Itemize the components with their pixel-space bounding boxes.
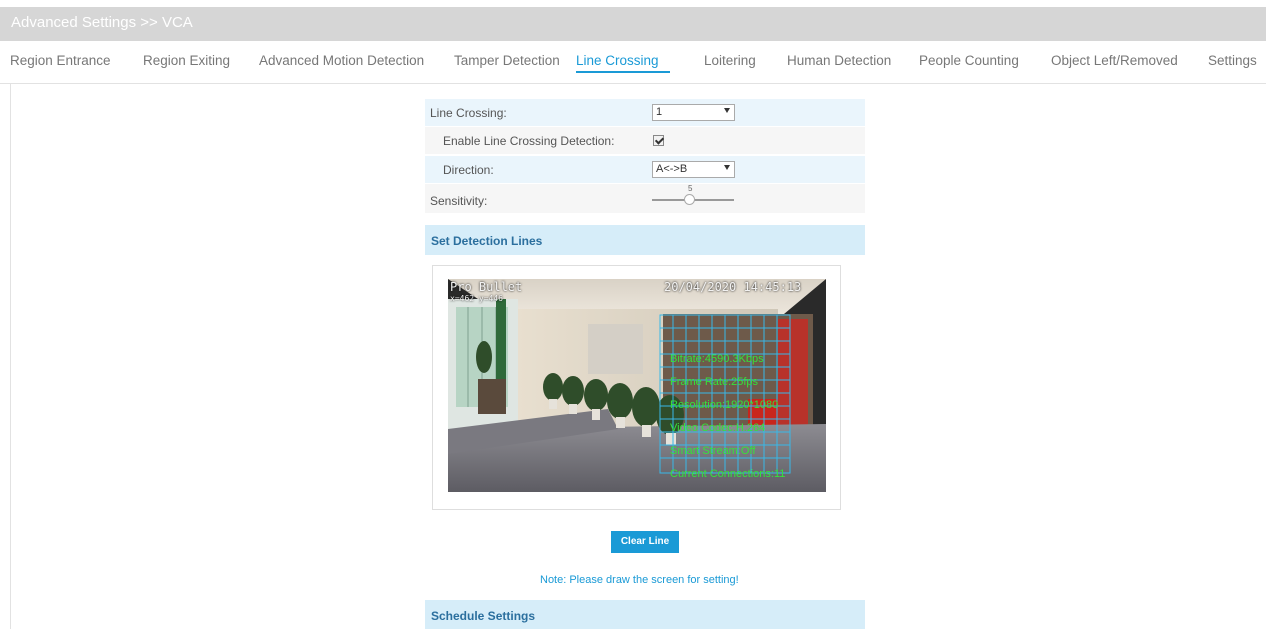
sensitivity-label: Sensitivity: — [430, 194, 488, 208]
page-title: Advanced Settings >> VCA — [11, 14, 193, 31]
cursor-position-osd: x=462 y=446 — [450, 294, 503, 303]
chevron-down-icon — [724, 165, 730, 170]
direction-select-value: A<->B — [656, 163, 688, 175]
draw-note: Note: Please draw the screen for setting… — [540, 574, 739, 586]
sensitivity-row: Sensitivity: 5 — [425, 184, 865, 213]
enable-detection-row: Enable Line Crossing Detection: — [425, 127, 865, 154]
smart-stream-overlay: Smart Stream:Off — [670, 445, 756, 457]
chevron-down-icon — [724, 108, 730, 113]
tab-line-crossing[interactable]: Line Crossing — [576, 53, 659, 68]
direction-select[interactable]: A<->B — [652, 161, 735, 178]
camera-name-osd: Pro Bullet — [450, 280, 523, 294]
tab-loitering[interactable]: Loitering — [704, 53, 756, 68]
page-header: Advanced Settings >> VCA — [0, 7, 1266, 41]
enable-detection-label: Enable Line Crossing Detection: — [443, 134, 615, 148]
tab-settings[interactable]: Settings — [1208, 53, 1257, 68]
connections-overlay: Current Connections:11 — [670, 468, 786, 480]
schedule-settings-header: Schedule Settings — [425, 600, 865, 629]
detection-lines-title: Set Detection Lines — [431, 234, 543, 248]
line-crossing-row: Line Crossing: 1 — [425, 99, 865, 126]
line-crossing-select[interactable]: 1 — [652, 104, 735, 121]
camera-scene — [448, 279, 826, 492]
direction-label: Direction: — [443, 163, 494, 177]
bitrate-overlay: Bitrate:4590.3Kbps — [670, 353, 764, 365]
tab-tamper-detection[interactable]: Tamper Detection — [454, 53, 560, 68]
sensitivity-slider-thumb[interactable] — [684, 194, 695, 205]
line-crossing-label: Line Crossing: — [430, 106, 507, 120]
enable-detection-checkbox[interactable] — [653, 135, 664, 146]
camera-live-view[interactable]: Pro Bullet x=462 y=446 20/04/2020 14:45:… — [448, 279, 826, 492]
tab-region-exiting[interactable]: Region Exiting — [143, 53, 230, 68]
resolution-overlay: Resolution:1920*1080 — [670, 399, 779, 411]
clear-line-button[interactable]: Clear Line — [611, 531, 679, 553]
frame-rate-overlay: Frame Rate:25fps — [670, 376, 759, 388]
active-tab-indicator — [576, 71, 670, 73]
timestamp-osd: 20/04/2020 14:45:13 — [664, 280, 802, 294]
video-preview-frame: Pro Bullet x=462 y=446 20/04/2020 14:45:… — [432, 265, 841, 510]
vca-tab-bar: Region Entrance Region Exiting Advanced … — [0, 41, 1266, 84]
tab-human-detection[interactable]: Human Detection — [787, 53, 891, 68]
detection-lines-header: Set Detection Lines — [425, 225, 865, 255]
direction-row: Direction: A<->B — [425, 156, 865, 183]
line-crossing-select-value: 1 — [656, 106, 663, 118]
sensitivity-value: 5 — [688, 184, 693, 193]
tab-object-left-removed[interactable]: Object Left/Removed — [1051, 53, 1178, 68]
tab-advanced-motion-detection[interactable]: Advanced Motion Detection — [259, 53, 424, 68]
schedule-settings-title: Schedule Settings — [431, 609, 536, 623]
video-codec-overlay: Video Codec:H.264 — [670, 422, 766, 434]
tab-region-entrance[interactable]: Region Entrance — [10, 53, 111, 68]
tab-people-counting[interactable]: People Counting — [919, 53, 1019, 68]
